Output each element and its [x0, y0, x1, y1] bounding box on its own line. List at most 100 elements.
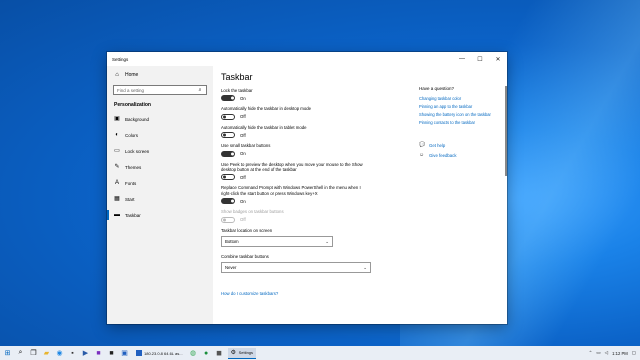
clock[interactable]: 1:12 PM	[612, 351, 628, 356]
toggle-setting: Use small taskbar buttons On	[221, 143, 401, 157]
toggle-state-label: On	[240, 151, 246, 157]
task-view-icon[interactable]: ❐	[28, 348, 39, 359]
setting-label: Automatically hide the taskbar in tablet…	[221, 124, 307, 130]
toggle-setting: Replace Command Prompt with Windows Powe…	[221, 185, 401, 205]
file-explorer-icon[interactable]: ▰	[41, 348, 52, 359]
sidebar-item-taskbar[interactable]: ▬ Taskbar	[107, 207, 213, 223]
customize-taskbars-link[interactable]: How do I customize taskbars?	[221, 291, 278, 296]
combine-buttons-dropdown[interactable]: Never ⌄	[221, 262, 371, 274]
setting-label: Replace Command Prompt with Windows Powe…	[221, 185, 361, 196]
give-feedback-link[interactable]: ☺ Give feedback	[419, 152, 499, 158]
taskbar-location-dropdown[interactable]: Bottom ⌄	[221, 236, 333, 248]
help-chat-icon: 💬	[419, 142, 426, 148]
search-field[interactable]: Find a setting ⌕	[113, 85, 207, 95]
sidebar-item-label: Lock screen	[125, 148, 150, 154]
search-icon: ⌕	[198, 86, 202, 93]
chevron-down-icon: ⌄	[363, 264, 367, 270]
sidebar-item-start[interactable]: ▦ Start	[107, 191, 213, 207]
toggle-knob	[223, 133, 226, 137]
palette-icon: ◐	[115, 132, 119, 138]
sidebar-item-label: Themes	[125, 164, 142, 170]
toggle-switch[interactable]	[221, 198, 235, 205]
toggle-knob	[230, 96, 234, 100]
font-icon: A	[114, 180, 119, 186]
section-title: Personalization	[114, 102, 151, 108]
toggle-setting: Use Peek to preview the desktop when you…	[221, 162, 401, 181]
close-button[interactable]: ✕	[489, 52, 507, 66]
sidebar-item-background[interactable]: ▣ Background	[107, 111, 213, 127]
get-help-label: Get help	[429, 142, 446, 148]
taskbar-app-remote-session[interactable]: 180.23.0.8 64.6L as...	[133, 348, 186, 359]
powershell-icon[interactable]: ▶	[80, 348, 91, 359]
chrome-icon[interactable]: ◍	[188, 348, 199, 359]
tray-arrow-icon[interactable]: ⌃	[589, 350, 593, 356]
toggle-state-label: Off	[240, 174, 246, 180]
title-bar[interactable]: Settings — ☐ ✕	[107, 52, 507, 66]
help-link-pin-app[interactable]: Pinning an app to the taskbar	[419, 104, 499, 109]
combine-setting: Combine taskbar buttons Never ⌄	[221, 254, 401, 274]
taskbar: ⊞ ⌕ ❐ ▰ ◉ ▪ ▶ ■ ■ ▣ 180.23.0.8 64.6L as.…	[0, 346, 640, 360]
toggle-state-label: On	[240, 198, 246, 204]
toggle-row: Off	[221, 216, 401, 223]
toggle-row: Off	[221, 113, 401, 120]
toggle-switch[interactable]	[221, 113, 235, 120]
home-nav-item[interactable]: ⌂ Home	[107, 69, 213, 81]
setting-label: Automatically hide the taskbar in deskto…	[221, 106, 312, 112]
remote-session-icon	[136, 350, 142, 356]
image-icon: ▣	[114, 116, 120, 122]
sidebar-item-label: Taskbar	[125, 212, 141, 218]
maximize-button[interactable]: ☐	[471, 52, 489, 66]
toggle-knob	[223, 218, 226, 222]
app-icon-gray[interactable]: ◼	[214, 348, 225, 359]
feedback-icon: ☺	[419, 152, 425, 158]
sidebar-item-colors[interactable]: ◐ Colors	[107, 127, 213, 143]
toggle-switch[interactable]	[221, 150, 235, 157]
help-link-battery-icon[interactable]: Showing the battery icon on the taskbar	[419, 112, 499, 117]
toggle-state-label: On	[240, 95, 246, 101]
toggle-knob	[230, 199, 234, 203]
help-link-taskbar-color[interactable]: Changing taskbar color	[419, 96, 499, 101]
sidebar-item-label: Start	[125, 196, 135, 202]
sidebar-item-fonts[interactable]: A Fonts	[107, 175, 213, 191]
toggle-row: On	[221, 95, 401, 102]
toggle-switch[interactable]	[221, 132, 235, 139]
scrollbar[interactable]	[505, 86, 507, 176]
setting-label: Show badges on taskbar buttons	[221, 209, 284, 215]
edge-icon[interactable]: ◉	[54, 348, 65, 359]
notification-icon[interactable]: ▢	[632, 350, 636, 356]
start-button-icon[interactable]: ⊞	[2, 348, 13, 359]
minimize-button[interactable]: —	[453, 52, 471, 66]
remote-desktop-icon[interactable]: ▣	[119, 348, 130, 359]
related-help-panel: Have a question? Changing taskbar color …	[419, 86, 499, 162]
toggle-setting: Automatically hide the taskbar in deskto…	[221, 106, 401, 120]
toggle-switch[interactable]	[221, 174, 235, 181]
terminal-icon[interactable]: ▪	[67, 348, 78, 359]
toggle-switch[interactable]	[221, 95, 235, 102]
volume-icon[interactable]: ◁	[605, 350, 608, 356]
window-title: Settings	[112, 56, 129, 62]
sidebar-item-themes[interactable]: ✎ Themes	[107, 159, 213, 175]
search-icon[interactable]: ⌕	[15, 348, 26, 359]
app-icon-purple[interactable]: ■	[93, 348, 104, 359]
toggle-row: Off	[221, 132, 401, 139]
sidebar-item-lock-screen[interactable]: ▭ Lock screen	[107, 143, 213, 159]
sidebar-item-label: Colors	[125, 132, 139, 138]
taskbar-app-settings[interactable]: ⚙ Settings	[227, 347, 257, 359]
setting-label: Use Peek to preview the desktop when you…	[221, 161, 363, 173]
network-icon[interactable]: ▭	[596, 350, 600, 356]
home-icon: ⌂	[115, 72, 119, 78]
main-content: Taskbar Lock the taskbar On Automatically …	[221, 66, 401, 324]
app-icon-dark[interactable]: ■	[106, 348, 117, 359]
search-placeholder: Find a setting	[117, 87, 145, 93]
get-help-link[interactable]: 💬 Get help	[419, 142, 499, 148]
sidebar: ⌂ Home Find a setting ⌕ Personalization …	[107, 66, 213, 324]
taskbar-app-label: 180.23.0.8 64.6L as...	[144, 350, 183, 356]
app-icon-green[interactable]: ●	[201, 348, 212, 359]
toggle-knob	[223, 115, 226, 119]
settings-gear-icon: ⚙	[230, 349, 236, 356]
toggle-state-label: Off	[240, 132, 246, 138]
toggle-switch	[221, 216, 235, 223]
help-link-pin-contacts[interactable]: Pinning contacts to the taskbar	[419, 120, 499, 125]
taskbar-app-label: Settings	[238, 350, 254, 355]
give-feedback-label: Give feedback	[429, 152, 457, 158]
